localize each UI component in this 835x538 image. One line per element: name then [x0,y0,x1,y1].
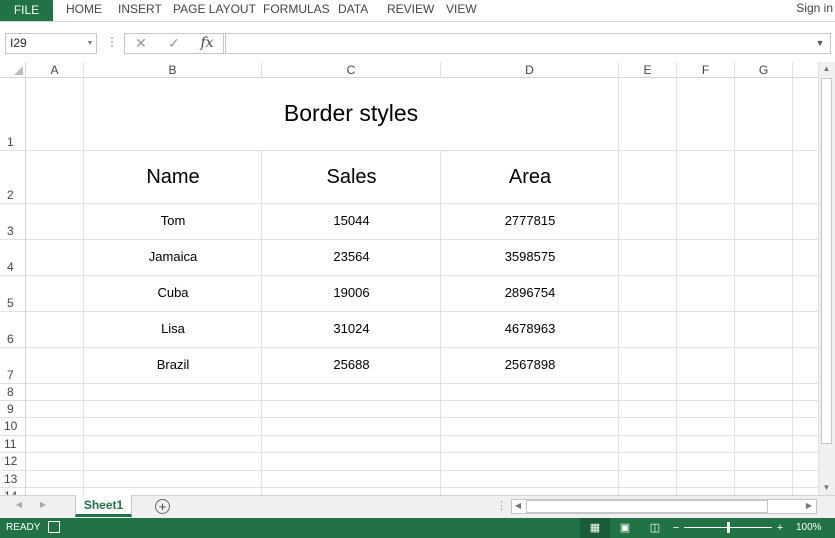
sheet-title: Border styles [283,100,419,126]
row-header-3[interactable]: 3 [0,204,26,240]
scroll-up-icon[interactable]: ▲ [819,64,834,76]
add-sheet-button[interactable]: + [155,499,170,514]
cell-sales: 25688 [333,357,370,372]
column-header-d[interactable]: D [441,62,619,78]
gridline [26,487,818,488]
normal-view-icon[interactable]: ▦ [585,520,605,536]
gridline [26,383,818,384]
gridline [26,311,818,312]
row-header-1[interactable]: 1 [0,78,26,151]
tab-formulas[interactable]: FORMULAS [263,0,330,21]
tab-page-layout[interactable]: PAGE LAYOUT [173,0,256,21]
horizontal-scroll-thumb[interactable] [526,500,768,513]
cell-sales: 19006 [333,285,370,300]
vertical-scroll-thumb[interactable] [821,78,832,444]
cell-sales: 23564 [333,249,370,264]
gridline [26,470,818,471]
row-header-10[interactable]: 10 [0,418,26,436]
row-header-13[interactable]: 13 [0,471,26,488]
gridline [26,435,818,436]
header-area: Area [508,166,552,188]
gridline [676,78,677,495]
gridline [792,78,793,495]
gridline [26,347,818,348]
gridline [26,417,818,418]
cell-name: Jamaica [148,249,198,264]
row-header-5[interactable]: 5 [0,276,26,312]
column-header-h[interactable] [793,62,818,78]
gridline [26,452,818,453]
cell-area: 3598575 [504,249,556,264]
zoom-out-icon[interactable]: − [670,520,682,536]
scroll-right-icon[interactable]: ▶ [804,501,814,512]
gridline [26,239,818,240]
formula-input[interactable] [225,33,831,54]
prev-sheet-icon[interactable]: ◀ [14,500,24,514]
expand-formula-bar-icon[interactable]: ▼ [812,34,828,53]
column-header-f[interactable]: F [677,62,735,78]
gridline [26,275,818,276]
cell-area: 2896754 [504,285,556,300]
cell-area: 4678963 [504,321,556,336]
cell-area: 2777815 [504,213,556,228]
cell-sales: 15044 [333,213,370,228]
row-header-4[interactable]: 4 [0,240,26,276]
cell-name: Tom [160,213,186,228]
sheet-tab-sheet1[interactable]: Sheet1 [75,495,132,517]
header-name: Name [146,166,200,188]
column-header-g[interactable]: G [735,62,793,78]
cell-name: Brazil [156,357,190,372]
column-header-e[interactable]: E [619,62,677,78]
gridline [26,150,818,151]
tab-data[interactable]: DATA [338,0,368,21]
next-sheet-icon[interactable]: ▶ [38,500,48,514]
cell-area: 2567898 [504,357,556,372]
status-bar: READY ▦ ▣ ◫ − + 100% [0,518,835,538]
tab-insert[interactable]: INSERT [118,0,162,21]
macro-record-icon[interactable] [48,521,60,533]
row-header-11[interactable]: 11 [0,436,26,453]
tab-review[interactable]: REVIEW [387,0,434,21]
row-header-14[interactable]: 14 [0,488,26,495]
row-header-6[interactable]: 6 [0,312,26,348]
column-header-c[interactable]: C [262,62,441,78]
cell-sales: 31024 [333,321,370,336]
tab-home[interactable]: HOME [66,0,102,21]
gridline [734,78,735,495]
row-header-7[interactable]: 7 [0,348,26,384]
formula-buttons: ✕ ✓ fx [124,33,224,54]
status-mode: READY [6,522,41,533]
gridline [26,400,818,401]
tab-view[interactable]: VIEW [446,0,477,21]
cancel-icon[interactable]: ✕ [129,34,153,53]
file-tab[interactable]: FILE [0,0,53,21]
page-layout-view-icon[interactable]: ▣ [615,520,635,536]
scroll-left-icon[interactable]: ◀ [513,501,523,512]
scroll-down-icon[interactable]: ▼ [819,483,834,495]
formula-bar-grip-icon[interactable]: ⋮ [106,33,118,54]
name-box-dropdown-icon[interactable]: ▼ [84,33,96,54]
sign-in-link[interactable]: Sign in [796,0,833,21]
column-header-a[interactable]: A [26,62,84,78]
row-header-12[interactable]: 12 [0,453,26,471]
row-header-2[interactable]: 2 [0,151,26,204]
cell-name: Cuba [157,285,189,300]
row-header-9[interactable]: 9 [0,401,26,418]
gridline [26,203,818,204]
header-sales: Sales [326,166,377,188]
worksheet-grid[interactable]: A B C D E F G 1 2 3 4 5 6 7 8 9 10 11 12… [0,62,818,495]
zoom-level[interactable]: 100% [796,522,822,533]
zoom-slider-thumb[interactable] [727,522,730,533]
column-header-b[interactable]: B [84,62,262,78]
select-all-corner[interactable] [0,62,26,78]
zoom-in-icon[interactable]: + [774,520,786,536]
cell-name: Lisa [161,321,185,336]
insert-function-button[interactable]: fx [195,34,219,53]
tab-split-grip-icon[interactable]: ⋮ [496,499,507,514]
row-header-8[interactable]: 8 [0,384,26,401]
enter-icon[interactable]: ✓ [162,34,186,53]
page-break-view-icon[interactable]: ◫ [645,520,665,536]
